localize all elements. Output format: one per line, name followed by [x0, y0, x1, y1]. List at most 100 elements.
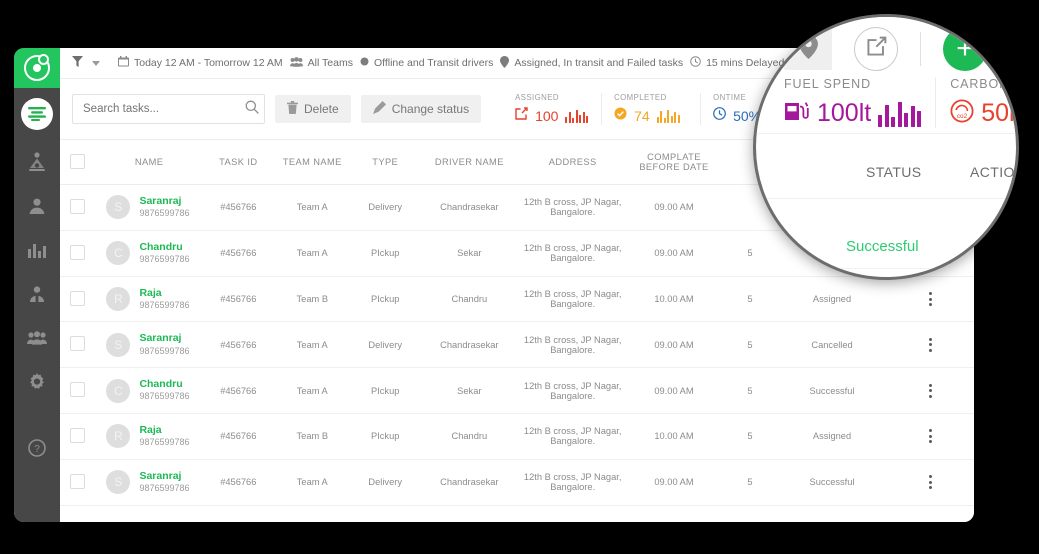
filter-drivers-label: Offline and Transit drivers [373, 57, 494, 69]
sidebar-item-routes[interactable] [14, 140, 60, 184]
sidebar-item-customers[interactable] [14, 184, 60, 228]
sidebar-item-agents[interactable] [14, 272, 60, 316]
row-checkbox[interactable] [69, 290, 85, 306]
table-row[interactable]: R Raja 9876599786 #456766 Team B PIckup Chandr… [60, 413, 974, 460]
row-action-menu[interactable] [889, 475, 972, 490]
row-type: PIckup [351, 276, 419, 323]
table-row[interactable]: S Saranraj 9876599786 #456766 Team A Delivery… [60, 459, 974, 506]
row-phone: 9876599786 [139, 253, 190, 264]
row-action-menu-magnified[interactable] [988, 240, 993, 263]
filter-date-range[interactable]: Today 12 AM - Tomorrow 12 AM [118, 56, 283, 70]
table-row[interactable]: R Raja 9876599786 #456766 Team B PIckup Chandr… [60, 276, 974, 323]
sidebar: ? [14, 48, 60, 522]
row-checkbox[interactable] [69, 198, 85, 214]
row-action-cell[interactable] [886, 459, 974, 506]
row-checkbox[interactable] [69, 244, 85, 260]
kpi-carbon[interactable]: CARBON co2 50kg [935, 77, 1016, 128]
row-action-menu[interactable] [889, 337, 972, 352]
row-action-cell[interactable] [886, 367, 974, 415]
row-select-cell[interactable] [60, 230, 95, 277]
header-driver-name[interactable]: DRIVER NAME [418, 140, 520, 185]
header-address[interactable]: ADDRESS [519, 140, 626, 185]
chevron-down-icon[interactable] [92, 60, 100, 66]
filter-task-states-label: Assigned, In transit and Failed tasks [514, 57, 684, 69]
map-view-button-magnified[interactable] [784, 28, 832, 70]
row-address: 12th B cross, JP Nagar, Bangalore. [519, 413, 626, 460]
row-action-menu[interactable] [889, 292, 972, 307]
sidebar-item-settings[interactable] [14, 360, 60, 404]
row-team-name: Team B [272, 276, 352, 323]
header-select-all[interactable] [60, 140, 95, 185]
share-export-button-magnified[interactable] [854, 27, 898, 71]
row-complete-before-date: 09.00 AM [625, 321, 723, 369]
sidebar-item-teams[interactable] [14, 316, 60, 360]
row-checkbox[interactable] [69, 427, 85, 443]
header-team-name[interactable]: TEAM NAME [272, 140, 352, 185]
row-status: Assigned [777, 276, 887, 323]
row-checkbox[interactable] [69, 473, 85, 489]
row-team-name: Team A [272, 459, 352, 506]
sidebar-item-tasks[interactable] [14, 88, 60, 140]
delete-button[interactable]: Delete [275, 95, 351, 123]
filter-teams[interactable]: All Teams [289, 56, 353, 70]
funnel-icon[interactable] [72, 56, 83, 70]
row-status: Cancelled [777, 321, 887, 369]
row-action-menu[interactable] [889, 383, 972, 398]
kpi-assigned-label: ASSIGNED [515, 93, 559, 102]
row-select-cell[interactable] [60, 413, 95, 460]
header-complete-before-date[interactable]: COMPLATE BEFORE DATE [625, 140, 723, 185]
kpi-fuel-spend[interactable]: FUEL SPEND 100lt [770, 77, 935, 128]
app-logo-icon[interactable] [14, 48, 60, 88]
filter-drivers[interactable]: Offline and Transit drivers [360, 57, 493, 69]
row-checkbox[interactable] [69, 336, 85, 352]
row-select-cell[interactable] [60, 184, 95, 231]
select-all-checkbox[interactable] [69, 153, 85, 169]
table-row[interactable]: S Saranraj 9876599786 #456766 Team A Delivery… [60, 321, 974, 369]
row-task-id: #456766 [203, 230, 273, 277]
row-select-cell[interactable] [60, 459, 95, 506]
kpi-assigned[interactable]: ASSIGNED 100 [503, 93, 601, 125]
row-select-cell[interactable] [60, 367, 95, 415]
search-input[interactable] [81, 102, 239, 116]
table-row[interactable]: C Chandru 9876599786 #456766 Team A PIckup Sek… [60, 367, 974, 415]
header-action-magnified[interactable]: ACTION [970, 164, 1016, 180]
row-status: Successful [777, 367, 887, 415]
row-address: 12th B cross, JP Nagar, Bangalore. [519, 459, 626, 506]
kpi-assigned-sparkline [565, 109, 589, 123]
search-icon[interactable] [245, 100, 259, 119]
magnified-kpi-strip: FUEL SPEND 100lt CARBON co2 50 [770, 77, 1016, 128]
row-count: 5 [722, 276, 778, 323]
group-people-icon [27, 331, 47, 345]
row-type: PIckup [351, 413, 419, 460]
row-action-cell[interactable] [886, 413, 974, 460]
avatar: C [106, 378, 131, 403]
sidebar-item-help[interactable]: ? [14, 426, 60, 470]
header-name[interactable]: NAME [94, 140, 204, 185]
header-type[interactable]: TYPE [351, 140, 419, 185]
row-action-cell[interactable] [886, 321, 974, 369]
change-status-button[interactable]: Change status [360, 95, 482, 123]
row-checkbox[interactable] [69, 382, 85, 398]
row-select-cell[interactable] [60, 276, 95, 323]
filter-task-states[interactable]: Assigned, In transit and Failed tasks [500, 55, 684, 71]
pencil-icon [372, 101, 386, 117]
row-select-cell[interactable] [60, 321, 95, 369]
row-name: Raja [139, 424, 162, 437]
header-status-magnified[interactable]: STATUS [866, 164, 922, 180]
avatar: R [106, 287, 131, 312]
assigned-export-icon [515, 107, 528, 125]
map-pin-icon [798, 34, 818, 64]
row-action-cell[interactable] [886, 276, 974, 323]
row-task-id: #456766 [203, 321, 273, 369]
screenshot-stage: ? Today 12 AM - Tomorrow 12 AM All Teams… [0, 0, 1039, 554]
add-task-button-magnified[interactable]: + [943, 27, 987, 71]
sidebar-item-reports[interactable] [14, 228, 60, 272]
calendar-icon [118, 56, 129, 70]
row-phone: 9876599786 [139, 208, 190, 219]
search-box[interactable] [72, 94, 265, 124]
row-driver-name: Chandru [418, 413, 520, 460]
kpi-completed[interactable]: COMPLETED 74 [601, 93, 700, 125]
row-action-menu[interactable] [889, 429, 972, 444]
row-status-magnified: Successful [846, 238, 919, 255]
header-task-id[interactable]: TASK ID [203, 140, 273, 185]
